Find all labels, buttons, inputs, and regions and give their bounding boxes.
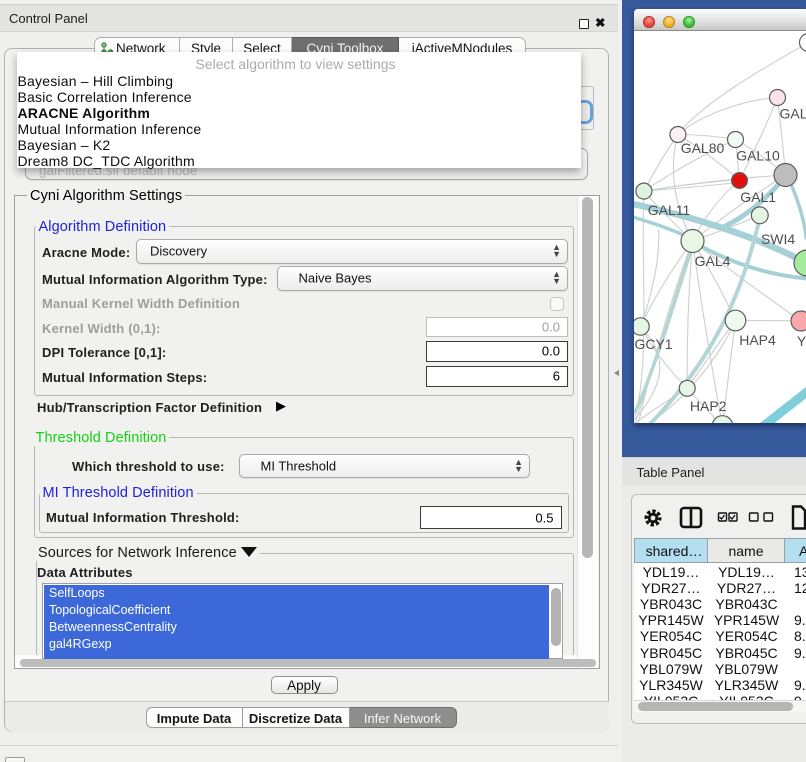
svg-text:HAP2: HAP2: [689, 398, 726, 414]
svg-text:Y: Y: [796, 333, 806, 349]
svg-text:GAL80: GAL80: [680, 140, 724, 156]
svg-text:GAL1: GAL1: [740, 189, 776, 205]
svg-text:SWI4: SWI4: [760, 231, 794, 247]
svg-text:GAL7: GAL7: [779, 106, 806, 122]
svg-text:GAL10: GAL10: [736, 148, 780, 164]
svg-text:HAP4: HAP4: [739, 332, 776, 348]
svg-text:GAL4: GAL4: [694, 253, 730, 269]
svg-text:GAL11: GAL11: [647, 202, 690, 218]
svg-text:GCY1: GCY1: [634, 336, 672, 352]
